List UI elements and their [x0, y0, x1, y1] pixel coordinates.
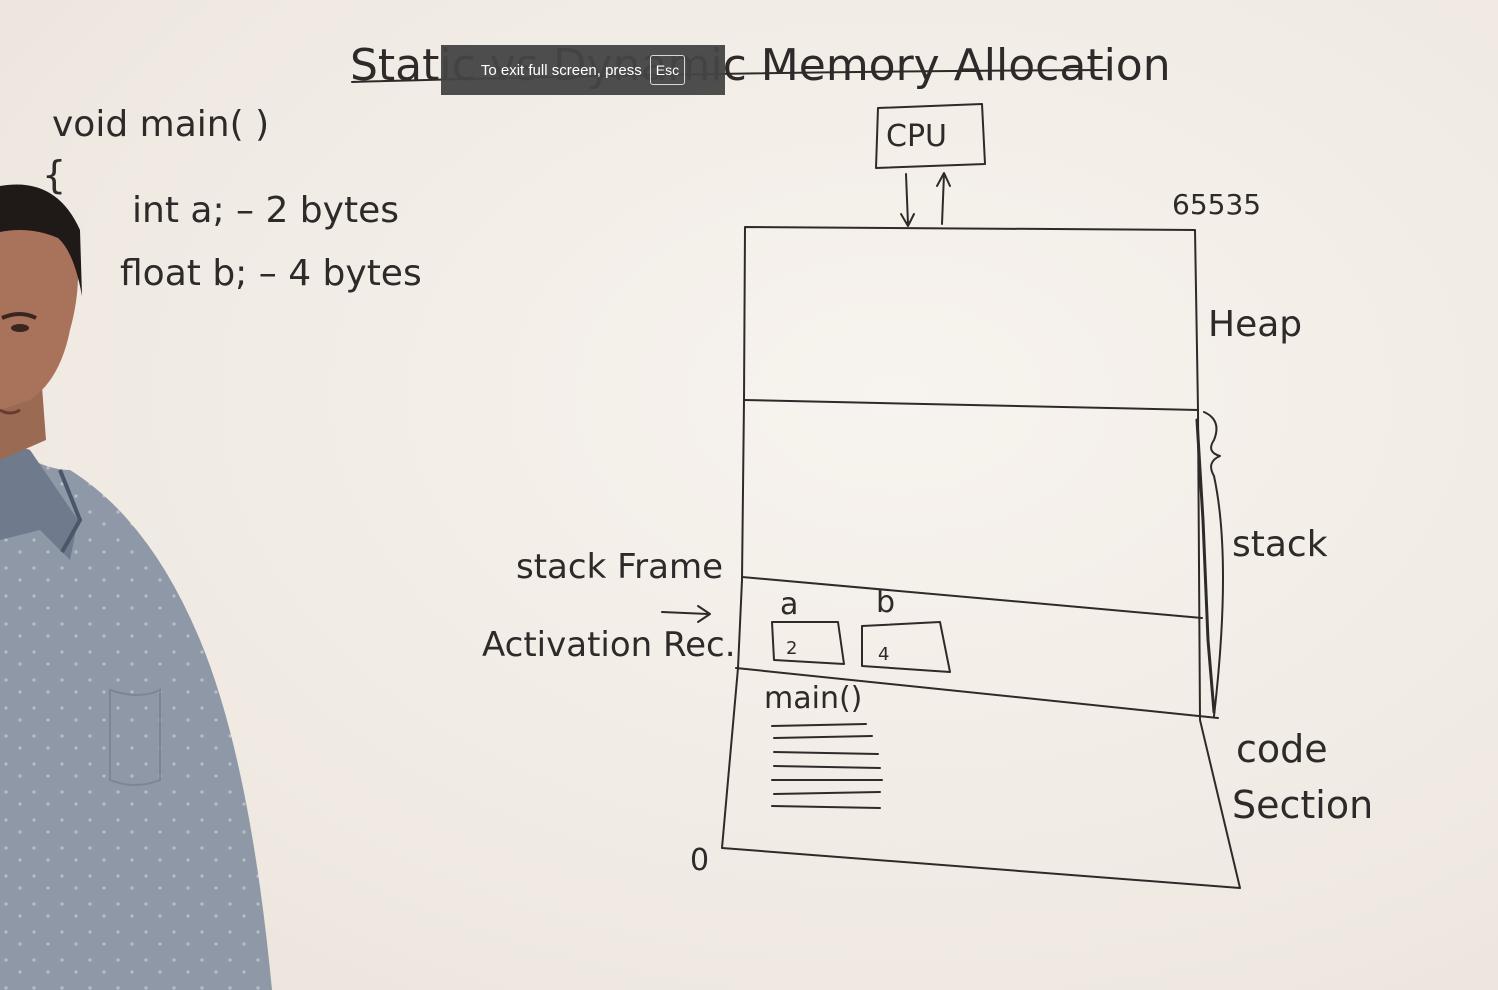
main-function-label: main(): [764, 681, 862, 716]
memory-outline: [721, 226, 1241, 889]
code-section-label-2: Section: [1232, 783, 1373, 827]
bottom-address: 0: [690, 843, 709, 878]
code-section-label-1: code: [1236, 727, 1328, 771]
down-arrow-icon: [900, 173, 915, 227]
stack-brace: [1203, 411, 1224, 717]
eye: [11, 324, 29, 332]
heap-stack-divider: [743, 399, 1199, 411]
video-frame: Static vs Dynamic Memory Allocation void…: [0, 0, 1498, 990]
stack-frame-divider: [741, 576, 1203, 619]
cpu-label: CPU: [886, 119, 947, 154]
right-arrow-icon: [661, 605, 711, 623]
var-b-box: [861, 621, 951, 673]
var-b-name: b: [876, 585, 895, 620]
fullscreen-exit-notice: To exit full screen, press Esc: [441, 45, 725, 95]
var-a-box: [771, 621, 845, 665]
top-address: 65535: [1172, 188, 1261, 221]
fullscreen-notice-text: To exit full screen, press: [480, 61, 642, 79]
presenter-illustration: [0, 184, 272, 990]
var-b-value: 4: [878, 644, 889, 665]
machine-code-lines: [771, 723, 883, 809]
heap-label: Heap: [1208, 304, 1302, 345]
esc-key-badge: Esc: [649, 55, 686, 85]
stack-label: stack: [1232, 524, 1328, 565]
var-a-name: a: [780, 587, 798, 622]
up-arrow-icon: [936, 172, 951, 225]
activation-record-label: Activation Rec.: [482, 625, 736, 665]
var-a-value: 2: [786, 638, 797, 659]
stack-frame-label: stack Frame: [516, 547, 723, 587]
